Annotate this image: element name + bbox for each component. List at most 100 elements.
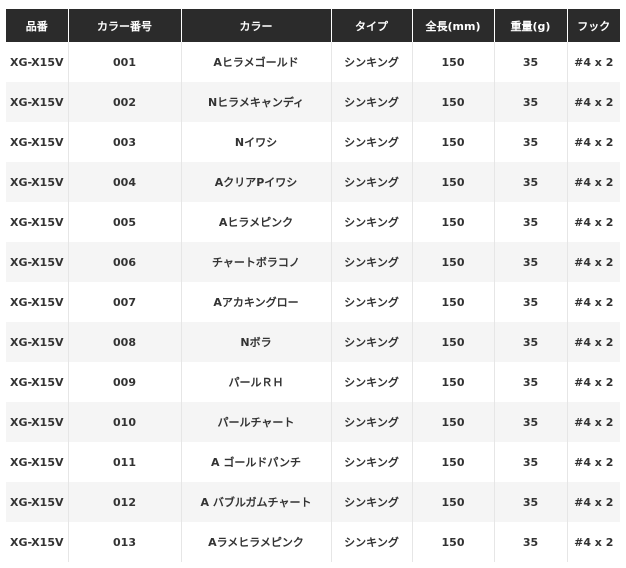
cell-weight: 35 <box>494 82 568 122</box>
cell-color: Aヒラメピンク <box>181 202 332 242</box>
cell-type: シンキング <box>331 482 413 522</box>
cell-type: シンキング <box>331 42 413 82</box>
cell-length: 150 <box>412 122 495 162</box>
cell-color: Nヒラメキャンディ <box>181 82 332 122</box>
table-row: XG-X15V 002 Nヒラメキャンディ シンキング 150 35 #4 x … <box>6 82 620 122</box>
cell-length: 150 <box>412 362 495 402</box>
cell-weight: 35 <box>494 162 568 202</box>
cell-weight: 35 <box>494 202 568 242</box>
cell-color-number: 002 <box>68 82 182 122</box>
cell-product-number: XG-X15V <box>6 322 69 362</box>
cell-type: シンキング <box>331 82 413 122</box>
cell-product-number: XG-X15V <box>6 362 69 402</box>
cell-hook: #4 x 2 <box>567 402 620 442</box>
cell-product-number: XG-X15V <box>6 522 69 562</box>
table-row: XG-X15V 001 Aヒラメゴールド シンキング 150 35 #4 x 2 <box>6 42 620 82</box>
cell-weight: 35 <box>494 522 568 562</box>
cell-type: シンキング <box>331 162 413 202</box>
cell-weight: 35 <box>494 282 568 322</box>
cell-color: パールＲＨ <box>181 362 332 402</box>
table-row: XG-X15V 005 Aヒラメピンク シンキング 150 35 #4 x 2 <box>6 202 620 242</box>
cell-color-number: 007 <box>68 282 182 322</box>
cell-hook: #4 x 2 <box>567 522 620 562</box>
cell-product-number: XG-X15V <box>6 122 69 162</box>
table-body: XG-X15V 001 Aヒラメゴールド シンキング 150 35 #4 x 2… <box>6 42 620 562</box>
cell-color-number: 005 <box>68 202 182 242</box>
cell-type: シンキング <box>331 362 413 402</box>
cell-color: Nボラ <box>181 322 332 362</box>
header-product-number: 品番 <box>6 9 69 42</box>
cell-product-number: XG-X15V <box>6 402 69 442</box>
cell-color: Nイワシ <box>181 122 332 162</box>
cell-color-number: 008 <box>68 322 182 362</box>
cell-type: シンキング <box>331 442 413 482</box>
cell-weight: 35 <box>494 122 568 162</box>
cell-color: チャートボラコノ <box>181 242 332 282</box>
cell-hook: #4 x 2 <box>567 322 620 362</box>
cell-hook: #4 x 2 <box>567 242 620 282</box>
cell-length: 150 <box>412 522 495 562</box>
cell-hook: #4 x 2 <box>567 162 620 202</box>
cell-product-number: XG-X15V <box>6 482 69 522</box>
cell-product-number: XG-X15V <box>6 162 69 202</box>
cell-type: シンキング <box>331 122 413 162</box>
header-length: 全長(mm) <box>412 9 495 42</box>
cell-color-number: 012 <box>68 482 182 522</box>
cell-length: 150 <box>412 442 495 482</box>
cell-hook: #4 x 2 <box>567 362 620 402</box>
cell-hook: #4 x 2 <box>567 122 620 162</box>
cell-type: シンキング <box>331 322 413 362</box>
cell-length: 150 <box>412 162 495 202</box>
header-type: タイプ <box>331 9 413 42</box>
cell-length: 150 <box>412 242 495 282</box>
cell-color-number: 011 <box>68 442 182 482</box>
cell-product-number: XG-X15V <box>6 42 69 82</box>
cell-type: シンキング <box>331 402 413 442</box>
cell-type: シンキング <box>331 282 413 322</box>
spec-table: 品番 カラー番号 カラー タイプ 全長(mm) 重量(g) フック XG-X15… <box>6 9 620 562</box>
cell-product-number: XG-X15V <box>6 282 69 322</box>
cell-weight: 35 <box>494 402 568 442</box>
cell-product-number: XG-X15V <box>6 202 69 242</box>
cell-type: シンキング <box>331 522 413 562</box>
header-color-number: カラー番号 <box>68 9 182 42</box>
table-row: XG-X15V 007 Aアカキングロー シンキング 150 35 #4 x 2 <box>6 282 620 322</box>
table-row: XG-X15V 009 パールＲＨ シンキング 150 35 #4 x 2 <box>6 362 620 402</box>
header-row: 品番 カラー番号 カラー タイプ 全長(mm) 重量(g) フック <box>6 9 620 42</box>
cell-length: 150 <box>412 82 495 122</box>
cell-length: 150 <box>412 42 495 82</box>
cell-color: A ゴールドパンチ <box>181 442 332 482</box>
cell-weight: 35 <box>494 442 568 482</box>
cell-product-number: XG-X15V <box>6 242 69 282</box>
cell-color: AクリアPイワシ <box>181 162 332 202</box>
cell-length: 150 <box>412 402 495 442</box>
table-row: XG-X15V 010 パールチャート シンキング 150 35 #4 x 2 <box>6 402 620 442</box>
cell-type: シンキング <box>331 202 413 242</box>
table-row: XG-X15V 006 チャートボラコノ シンキング 150 35 #4 x 2 <box>6 242 620 282</box>
cell-product-number: XG-X15V <box>6 82 69 122</box>
cell-length: 150 <box>412 482 495 522</box>
cell-weight: 35 <box>494 362 568 402</box>
cell-color-number: 013 <box>68 522 182 562</box>
cell-length: 150 <box>412 322 495 362</box>
cell-hook: #4 x 2 <box>567 42 620 82</box>
cell-hook: #4 x 2 <box>567 282 620 322</box>
cell-hook: #4 x 2 <box>567 82 620 122</box>
header-hook: フック <box>567 9 620 42</box>
cell-color-number: 001 <box>68 42 182 82</box>
cell-weight: 35 <box>494 42 568 82</box>
cell-length: 150 <box>412 282 495 322</box>
header-color: カラー <box>181 9 332 42</box>
cell-hook: #4 x 2 <box>567 202 620 242</box>
cell-weight: 35 <box>494 482 568 522</box>
table-row: XG-X15V 011 A ゴールドパンチ シンキング 150 35 #4 x … <box>6 442 620 482</box>
cell-weight: 35 <box>494 322 568 362</box>
cell-weight: 35 <box>494 242 568 282</box>
spec-table-container: 品番 カラー番号 カラー タイプ 全長(mm) 重量(g) フック XG-X15… <box>6 9 620 562</box>
cell-type: シンキング <box>331 242 413 282</box>
cell-hook: #4 x 2 <box>567 482 620 522</box>
cell-color-number: 009 <box>68 362 182 402</box>
table-header: 品番 カラー番号 カラー タイプ 全長(mm) 重量(g) フック <box>6 9 620 42</box>
cell-color: パールチャート <box>181 402 332 442</box>
cell-color-number: 010 <box>68 402 182 442</box>
